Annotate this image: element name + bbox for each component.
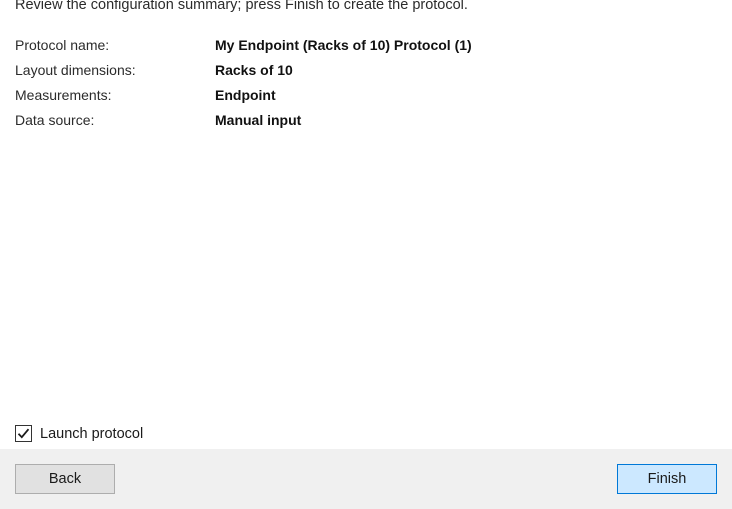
summary-value: Racks of 10: [215, 61, 293, 78]
summary-value: Endpoint: [215, 86, 276, 103]
checkbox-box[interactable]: [15, 425, 32, 442]
summary-label: Protocol name:: [15, 36, 110, 53]
button-bar: Back Finish: [0, 449, 732, 509]
checkmark-icon: [17, 428, 30, 439]
summary-label: Measurements:: [15, 86, 112, 103]
summary-table: Protocol name: My Endpoint (Racks of 10)…: [15, 32, 472, 132]
summary-row-layout-dimensions: Layout dimensions: Racks of 10: [15, 57, 472, 82]
launch-protocol-checkbox[interactable]: Launch protocol: [15, 425, 143, 442]
instruction-text: Review the configuration summary; press …: [15, 0, 468, 13]
summary-row-measurements: Measurements: Endpoint: [15, 82, 472, 107]
summary-value: My Endpoint (Racks of 10) Protocol (1): [215, 36, 472, 53]
summary-row-data-source: Data source: Manual input: [15, 107, 472, 132]
summary-page: Review the configuration summary; press …: [0, 0, 732, 449]
back-button[interactable]: Back: [15, 464, 115, 494]
summary-label: Data source:: [15, 111, 95, 128]
finish-button[interactable]: Finish: [617, 464, 717, 494]
summary-row-protocol-name: Protocol name: My Endpoint (Racks of 10)…: [15, 32, 472, 57]
summary-value: Manual input: [215, 111, 302, 128]
launch-protocol-label: Launch protocol: [40, 425, 144, 442]
summary-label: Layout dimensions:: [15, 61, 136, 78]
